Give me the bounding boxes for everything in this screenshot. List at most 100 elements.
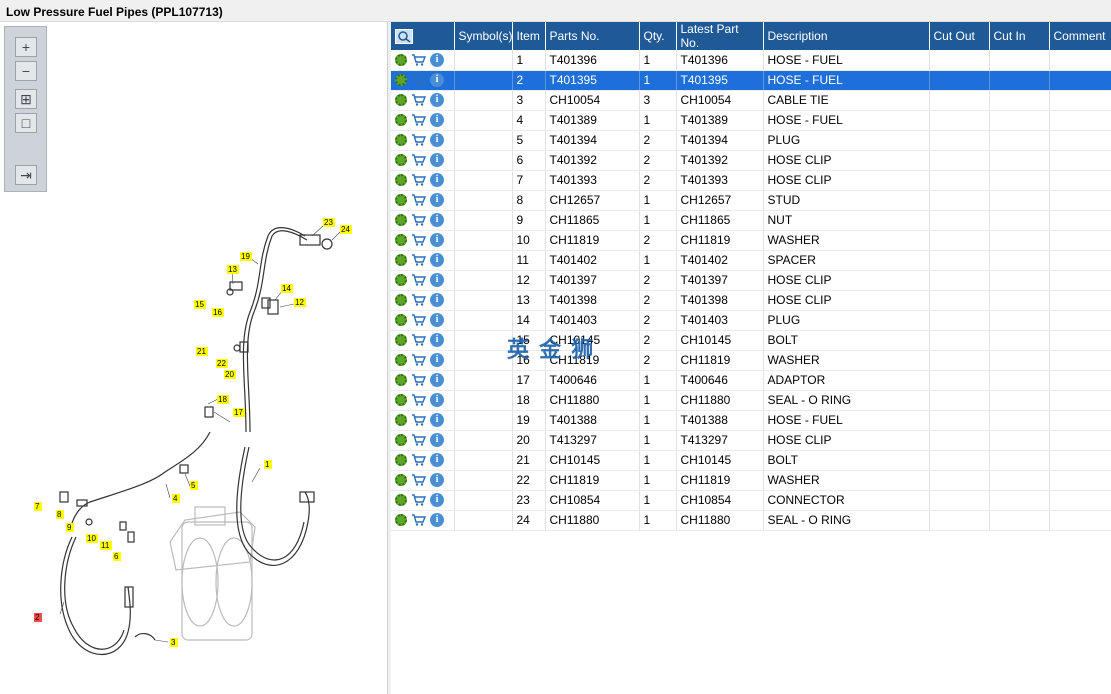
cart-icon[interactable] — [411, 493, 430, 507]
table-row[interactable]: i 3 CH10054 3 CH10054 CABLE TIE — [391, 90, 1111, 111]
table-row[interactable]: i 23 CH10854 1 CH10854 CONNECTOR — [391, 490, 1111, 511]
column-header-cut-in[interactable]: Cut In — [989, 22, 1050, 50]
gear-icon[interactable] — [395, 174, 407, 187]
gear-icon[interactable] — [395, 334, 407, 347]
gear-icon[interactable] — [395, 314, 407, 327]
table-row[interactable]: i 22 CH11819 1 CH11819 WASHER — [391, 470, 1111, 491]
table-row[interactable]: i 21 CH10145 1 CH10145 BOLT — [391, 450, 1111, 471]
table-row[interactable]: i 10 CH11819 2 CH11819 WASHER — [391, 230, 1111, 251]
column-header-parts-no[interactable]: Parts No. — [545, 22, 640, 50]
cart-icon[interactable] — [411, 393, 430, 407]
info-icon[interactable]: i — [430, 513, 444, 528]
table-row[interactable]: i 17 T400646 1 T400646 ADAPTOR — [391, 370, 1111, 391]
info-icon[interactable]: i — [430, 53, 444, 68]
info-icon[interactable]: i — [430, 313, 444, 328]
table-row[interactable]: i 4 T401389 1 T401389 HOSE - FUEL — [391, 110, 1111, 131]
gear-icon[interactable] — [395, 434, 407, 447]
cart-icon[interactable] — [411, 313, 430, 327]
gear-icon[interactable] — [395, 94, 407, 107]
find-icon[interactable] — [395, 28, 413, 44]
info-icon[interactable]: i — [430, 113, 444, 128]
cart-icon[interactable] — [411, 333, 430, 347]
cart-icon[interactable] — [411, 293, 430, 307]
table-row[interactable]: i 15 CH10145 2 CH10145 BOLT — [391, 330, 1111, 351]
info-icon[interactable]: i — [430, 333, 444, 348]
diagram-pane[interactable]: 1 2 3 4 5 6 7 8 9 10 11 12 13 14 15 16 1… — [0, 22, 388, 694]
info-icon[interactable]: i — [430, 133, 444, 148]
toggle-panel-button[interactable]: ⇥ — [15, 165, 37, 185]
table-row[interactable]: i 24 CH11880 1 CH11880 SEAL - O RING — [391, 510, 1111, 531]
info-icon[interactable]: i — [430, 273, 444, 288]
table-row[interactable]: i 1 T401396 1 T401396 HOSE - FUEL — [391, 50, 1111, 71]
table-row[interactable]: i 7 T401393 2 T401393 HOSE CLIP — [391, 170, 1111, 191]
fit-to-window-button[interactable]: ⊞ — [15, 89, 37, 109]
info-icon[interactable]: i — [430, 73, 444, 88]
column-header-latest-part-no[interactable]: Latest Part No. — [676, 22, 764, 50]
gear-icon[interactable] — [395, 354, 407, 367]
info-icon[interactable]: i — [430, 93, 444, 108]
cart-icon[interactable] — [411, 273, 430, 287]
gear-icon[interactable] — [395, 254, 407, 267]
cart-icon[interactable] — [411, 473, 430, 487]
cart-icon[interactable] — [411, 353, 430, 367]
table-row[interactable]: i 20 T413297 1 T413297 HOSE CLIP — [391, 430, 1111, 451]
cart-icon[interactable] — [411, 153, 430, 167]
cart-icon[interactable] — [411, 373, 430, 387]
table-row[interactable]: i 5 T401394 2 T401394 PLUG — [391, 130, 1111, 151]
table-row[interactable]: i 13 T401398 2 T401398 HOSE CLIP — [391, 290, 1111, 311]
gear-icon[interactable] — [395, 474, 407, 487]
cart-icon[interactable] — [411, 433, 430, 447]
info-icon[interactable]: i — [430, 233, 444, 248]
info-icon[interactable]: i — [430, 173, 444, 188]
gear-icon[interactable] — [395, 194, 407, 207]
table-row[interactable]: i 18 CH11880 1 CH11880 SEAL - O RING — [391, 390, 1111, 411]
info-icon[interactable]: i — [430, 453, 444, 468]
gear-icon[interactable] — [395, 274, 407, 287]
info-icon[interactable]: i — [430, 433, 444, 448]
cart-icon[interactable] — [411, 253, 430, 267]
table-row[interactable]: i 16 CH11819 2 CH11819 WASHER — [391, 350, 1111, 371]
gear-icon[interactable] — [395, 54, 407, 67]
zoom-in-button[interactable]: + — [15, 37, 37, 57]
cart-icon[interactable] — [411, 113, 430, 127]
column-header-description[interactable]: Description — [763, 22, 930, 50]
cart-icon[interactable] — [411, 52, 430, 66]
column-header-find[interactable] — [391, 22, 455, 50]
column-header-comment[interactable]: Comment — [1049, 22, 1111, 50]
gear-icon[interactable] — [395, 154, 407, 167]
cart-icon[interactable] — [411, 73, 430, 87]
column-header-qty[interactable]: Qty. — [639, 22, 677, 50]
info-icon[interactable]: i — [430, 473, 444, 488]
info-icon[interactable]: i — [430, 393, 444, 408]
cart-icon[interactable] — [411, 213, 430, 227]
column-header-item[interactable]: Item — [512, 22, 546, 50]
gear-icon[interactable] — [395, 514, 407, 527]
info-icon[interactable]: i — [430, 253, 444, 268]
gear-icon[interactable] — [395, 394, 407, 407]
cart-icon[interactable] — [411, 133, 430, 147]
info-icon[interactable]: i — [430, 193, 444, 208]
cart-icon[interactable] — [411, 93, 430, 107]
gear-icon[interactable] — [395, 414, 407, 427]
table-row[interactable]: i 11 T401402 1 T401402 SPACER — [391, 250, 1111, 271]
gear-icon[interactable] — [395, 454, 407, 467]
info-icon[interactable]: i — [430, 293, 444, 308]
info-icon[interactable]: i — [430, 493, 444, 508]
exploded-diagram[interactable]: 1 2 3 4 5 6 7 8 9 10 11 12 13 14 15 16 1… — [0, 22, 388, 694]
table-row[interactable]: i 14 T401403 2 T401403 PLUG — [391, 310, 1111, 331]
cart-icon[interactable] — [411, 453, 430, 467]
actual-size-button[interactable]: □ — [15, 113, 37, 133]
table-row[interactable]: i 9 CH11865 1 CH11865 NUT — [391, 210, 1111, 231]
table-row[interactable]: i 2 T401395 1 T401395 HOSE - FUEL — [391, 70, 1111, 91]
gear-icon[interactable] — [395, 294, 407, 307]
cart-icon[interactable] — [411, 233, 430, 247]
table-row[interactable]: i 8 CH12657 1 CH12657 STUD — [391, 190, 1111, 211]
gear-icon[interactable] — [395, 114, 407, 127]
gear-icon[interactable] — [395, 214, 407, 227]
column-header-cut-out[interactable]: Cut Out — [929, 22, 990, 50]
gear-icon[interactable] — [395, 234, 407, 247]
info-icon[interactable]: i — [430, 213, 444, 228]
table-row[interactable]: i 6 T401392 2 T401392 HOSE CLIP — [391, 150, 1111, 171]
cart-icon[interactable] — [411, 513, 430, 527]
column-header-symbols[interactable]: Symbol(s) — [454, 22, 513, 50]
